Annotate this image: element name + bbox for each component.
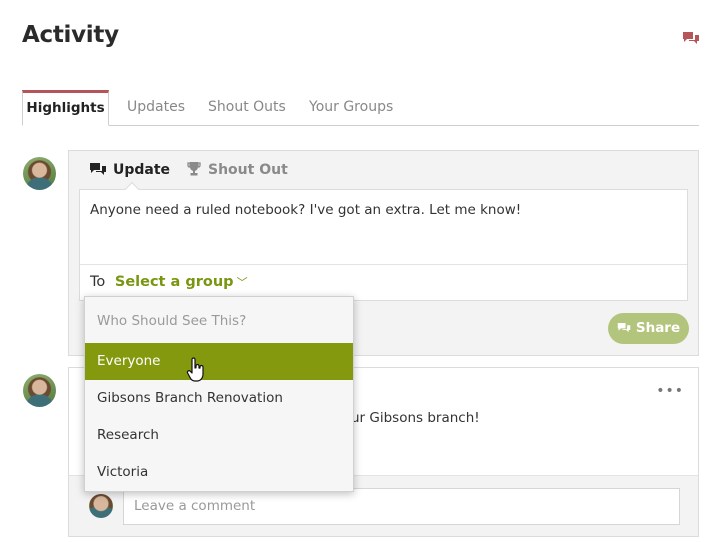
- chat-bubbles-icon: [90, 163, 106, 175]
- share-button[interactable]: Share: [608, 313, 689, 344]
- dropdown-item-victoria[interactable]: Victoria: [85, 454, 353, 491]
- group-dropdown: Who Should See This? Everyone Gibsons Br…: [84, 296, 354, 492]
- share-label: Share: [635, 320, 681, 336]
- chat-bubbles-icon[interactable]: [682, 31, 700, 46]
- tab-update[interactable]: Update: [89, 161, 170, 179]
- dropdown-header: Who Should See This?: [97, 313, 247, 329]
- tab-your-groups[interactable]: Your Groups: [309, 90, 393, 126]
- activity-tabs: Highlights Updates Shout Outs Your Group…: [22, 90, 699, 126]
- tab-update-label: Update: [113, 162, 171, 178]
- page-title: Activity: [22, 22, 119, 48]
- tab-shout-out[interactable]: Shout Out: [186, 161, 288, 179]
- dropdown-item-research[interactable]: Research: [85, 417, 353, 454]
- chat-bubbles-icon: [617, 322, 631, 333]
- group-select-label: Select a group: [114, 274, 234, 290]
- tab-shout-outs[interactable]: Shout Outs: [208, 90, 286, 126]
- tab-shout-out-label: Shout Out: [208, 162, 288, 178]
- tab-highlights[interactable]: Highlights: [22, 90, 109, 126]
- avatar: [23, 374, 56, 407]
- avatar: [23, 157, 56, 190]
- group-select[interactable]: Select a group ﹀: [115, 274, 248, 290]
- tab-updates[interactable]: Updates: [127, 90, 185, 126]
- dropdown-item-everyone[interactable]: Everyone: [85, 343, 353, 380]
- avatar: [89, 494, 113, 518]
- recipient-row: To Select a group ﹀: [80, 264, 687, 300]
- to-label: To: [90, 274, 106, 290]
- chevron-down-icon: ﹀: [236, 276, 248, 289]
- dropdown-item-gibsons-branch-renovation[interactable]: Gibsons Branch Renovation: [85, 380, 353, 417]
- trophy-icon: [187, 162, 201, 176]
- update-text[interactable]: Anyone need a ruled notebook? I've got a…: [90, 202, 521, 218]
- more-options-icon[interactable]: •••: [656, 383, 684, 399]
- post-text: ur Gibsons branch!: [351, 410, 480, 426]
- comment-input[interactable]: Leave a comment: [123, 488, 680, 525]
- update-textbox[interactable]: Anyone need a ruled notebook? I've got a…: [79, 189, 688, 301]
- hand-pointer-icon: [186, 357, 204, 382]
